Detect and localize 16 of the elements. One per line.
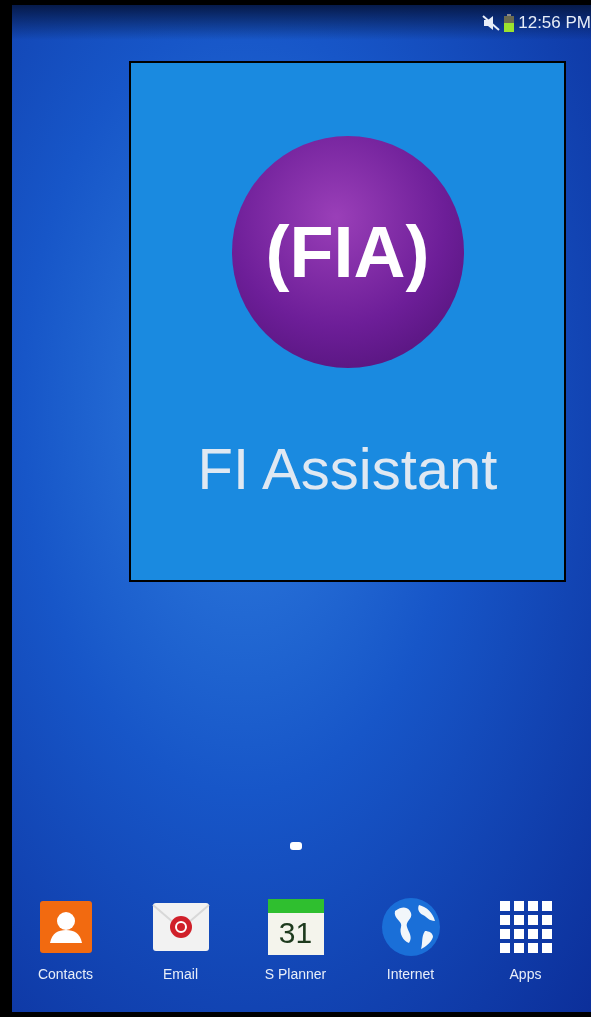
status-time: 12:56 PM <box>518 11 591 34</box>
dock-app-label[interactable]: Apps <box>509 964 542 985</box>
dock-app-label[interactable]: Contacts <box>37 964 94 985</box>
globe-icon <box>380 897 441 957</box>
mute-icon <box>482 14 501 31</box>
dock-app-label[interactable]: Email <box>163 964 198 985</box>
envelope-icon <box>150 901 211 953</box>
battery-icon <box>504 13 515 32</box>
person-icon <box>37 899 94 955</box>
app-grid-icon <box>499 901 552 953</box>
calendar-day: 31 <box>267 913 324 953</box>
page-indicator <box>289 842 302 850</box>
dock-app-label[interactable]: S Planner <box>264 964 327 985</box>
app-label: FI Assistant <box>197 440 498 498</box>
app-icon[interactable]: (FIA) <box>231 136 464 368</box>
dock-app-label[interactable]: Internet <box>386 964 435 985</box>
